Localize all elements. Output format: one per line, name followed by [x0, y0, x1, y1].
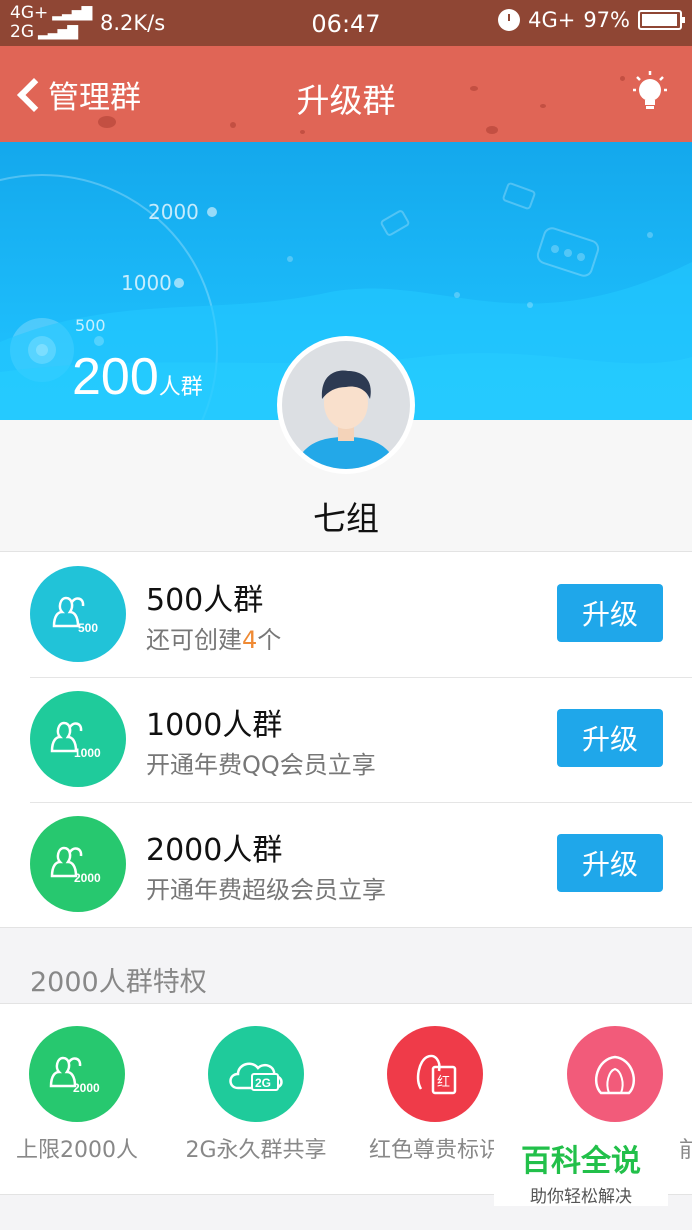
current-count: 200	[72, 348, 159, 406]
item-subtitle: 还可创建4个	[146, 626, 282, 654]
svg-text:2000: 2000	[74, 871, 101, 885]
watermark-logo: 百科全说 助你轻松解决	[494, 1130, 668, 1207]
battery-percent: 97%	[583, 8, 630, 32]
battery-icon	[638, 10, 685, 30]
svg-text:500: 500	[78, 621, 98, 635]
lightbulb-icon[interactable]	[630, 68, 670, 118]
upgrade-list: 500 500人群 还可创建4个 升级 1000 1000人群 开通年费QQ会员…	[0, 552, 692, 928]
penguin-badge-icon: 红	[387, 1026, 483, 1122]
privilege-label: 2G永久群共享	[185, 1138, 327, 1163]
item-subtitle: 开通年费QQ会员立享	[146, 751, 376, 779]
watermark-main-text: 百科全说	[521, 1144, 641, 1179]
current-group-size: 200人群	[72, 347, 203, 417]
nav-bar: 管理群 升级群	[0, 46, 692, 142]
current-unit: 人群	[158, 374, 203, 399]
svg-text:红: 红	[437, 1074, 450, 1090]
tier-label-1000: 1000	[121, 271, 172, 295]
upgrade-1000-button[interactable]: 升级	[557, 709, 663, 767]
item-title: 1000人群	[146, 708, 283, 743]
watermark-sub-text: 助你轻松解决	[530, 1187, 632, 1207]
privilege-label: 上限2000人	[16, 1138, 138, 1163]
status-bar: 4G+ ▂▃▅▇ 2G ▂▃▅▇ 8.2K/s 06:47 4G+ 97%	[0, 0, 692, 46]
upgrade-2000-button[interactable]: 升级	[557, 834, 663, 892]
network-type-right: 4G+	[528, 8, 576, 32]
cloud-icon: 2G	[208, 1026, 304, 1122]
alarm-icon	[498, 9, 521, 31]
group-tier-icon: 500	[30, 566, 126, 662]
group-tier-icon: 1000	[30, 691, 126, 787]
list-item: 1000 1000人群 开通年费QQ会员立享 升级	[0, 677, 692, 802]
group-tier-icon: 2000	[30, 816, 126, 912]
privilege-item[interactable]: 2G 2G永久群共享	[156, 1026, 356, 1164]
svg-text:2000: 2000	[73, 1081, 100, 1095]
page-title: 升级群	[296, 81, 396, 120]
penguin-icon	[567, 1026, 663, 1122]
list-item: 500 500人群 还可创建4个 升级	[0, 552, 692, 677]
item-title: 2000人群	[146, 833, 283, 868]
privilege-item[interactable]: 2000 上限2000人	[0, 1026, 177, 1164]
privileges-section-title: 2000人群特权	[30, 967, 207, 998]
user-avatar-icon	[294, 370, 398, 469]
avatar	[277, 336, 415, 474]
upgrade-500-button[interactable]: 升级	[557, 584, 663, 642]
group-name: 七组	[313, 499, 379, 538]
group-icon: 2000	[29, 1026, 125, 1122]
item-subtitle: 开通年费超级会员立享	[146, 876, 386, 904]
svg-text:1000: 1000	[74, 746, 101, 760]
tier-label-500: 500	[75, 316, 106, 335]
item-title: 500人群	[146, 583, 264, 618]
list-item: 2000 2000人群 开通年费超级会员立享 升级	[0, 802, 692, 927]
svg-text:2G: 2G	[255, 1076, 271, 1090]
tier-label-2000: 2000	[148, 200, 199, 224]
